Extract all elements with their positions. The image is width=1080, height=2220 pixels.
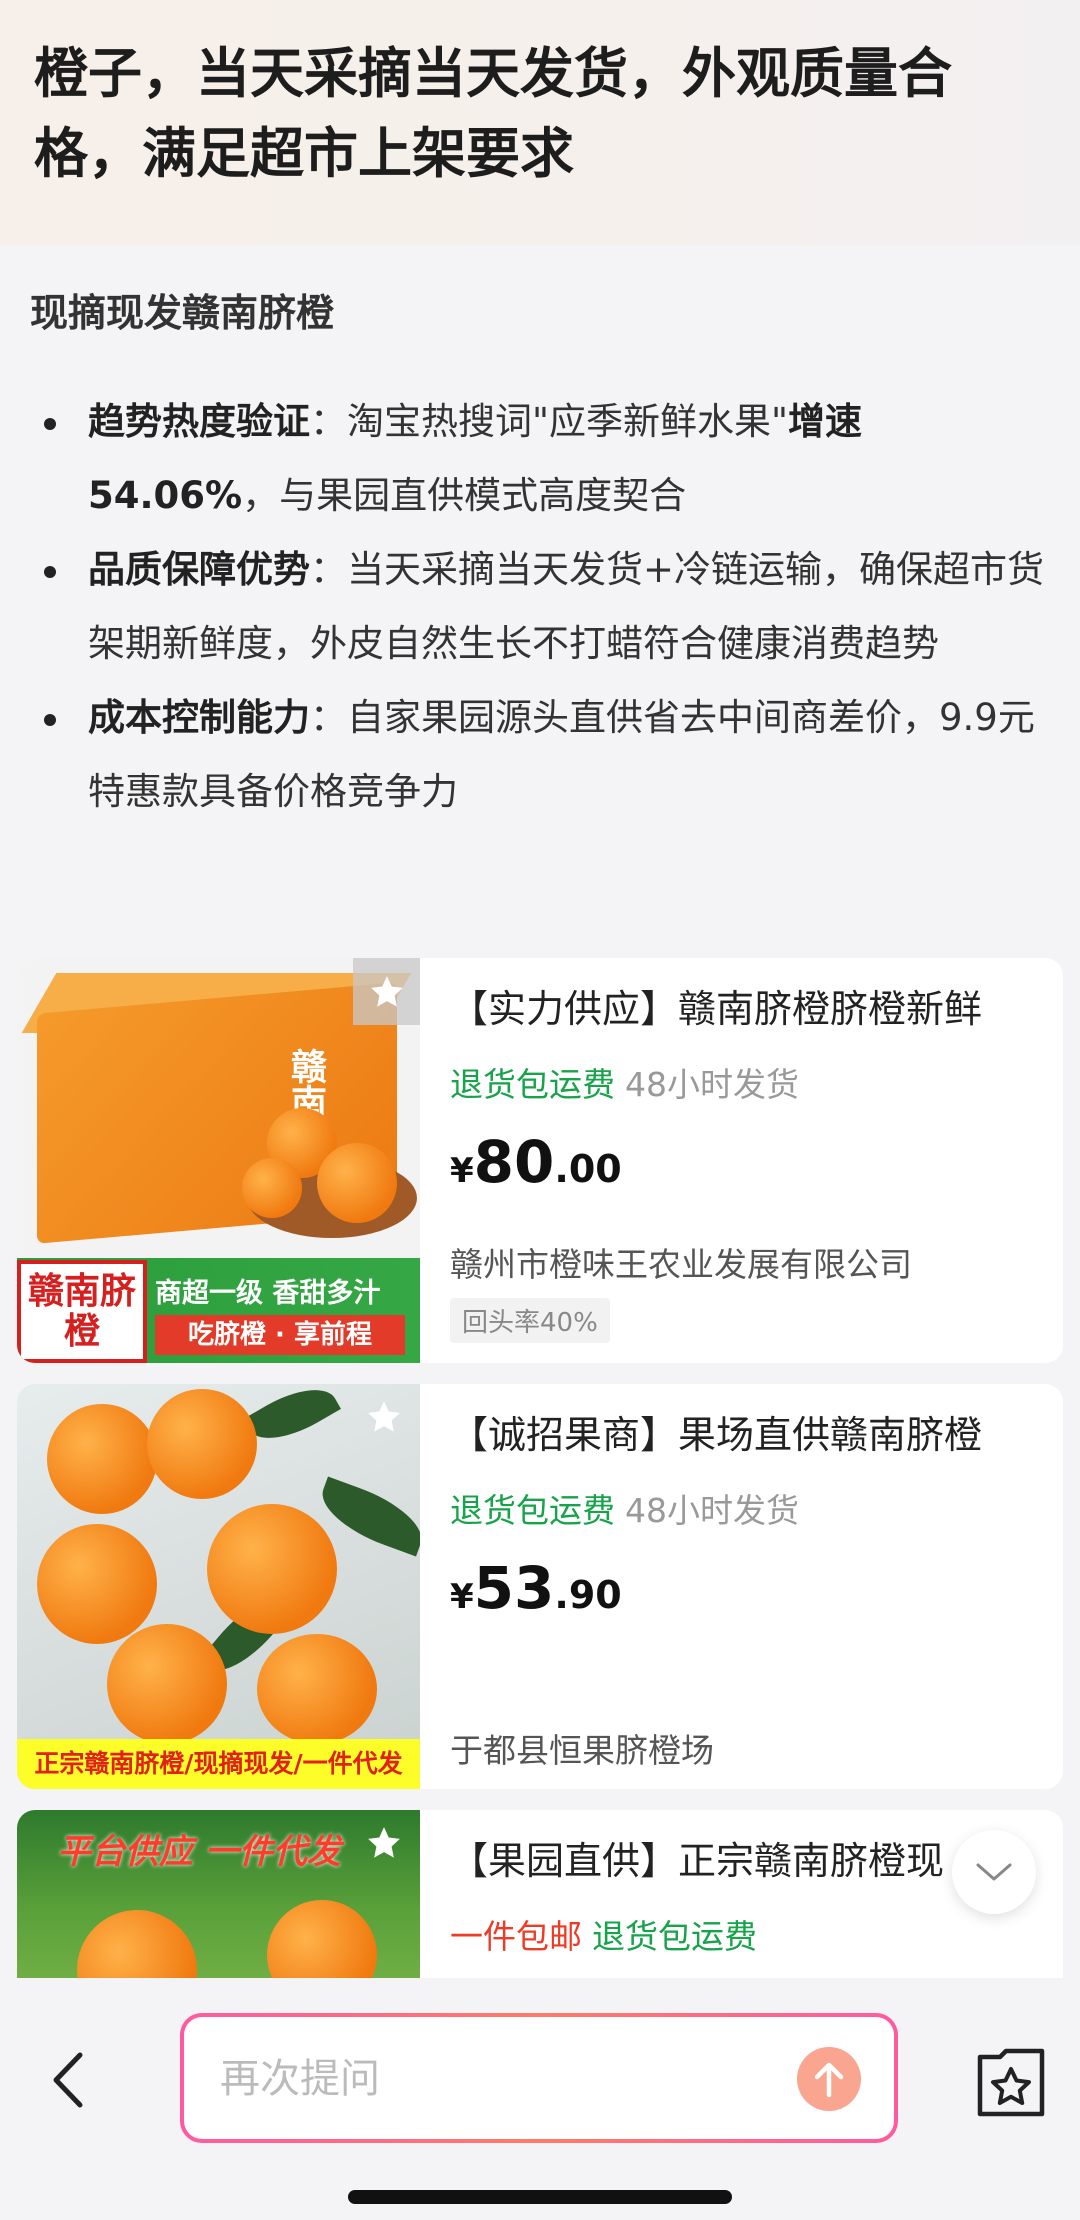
price-integer: 53 — [473, 1554, 555, 1622]
tag-free-shipping: 一件包邮 — [450, 1917, 582, 1956]
home-indicator — [348, 2190, 732, 2204]
product-card[interactable]: 正宗赣南脐橙/现摘现发/一件代发 【诚招果商】果场直供赣南脐橙 退货包运费 48小… — [17, 1384, 1063, 1789]
orange-shape — [47, 1404, 157, 1514]
product-image[interactable]: 正宗赣南脐橙/现摘现发/一件代发 — [17, 1384, 420, 1789]
price-integer: 80 — [473, 1128, 555, 1196]
product-tags: 退货包运费 48小时发货 — [450, 1484, 799, 1532]
image-caption: 正宗赣南脐橙/现摘现发/一件代发 — [17, 1739, 420, 1789]
tag-free-return: 退货包运费 — [592, 1917, 757, 1956]
send-button[interactable] — [797, 2047, 861, 2111]
product-card[interactable]: 平台供应 一件代发 【果园直供】正宗赣南脐橙现 一件包邮 退货包运费 — [17, 1810, 1063, 1978]
product-card[interactable]: 赣南脐橙 赣南脐橙 商超一级 香甜多汁 吃脐橙 · 享前程 【实力供应】赣南脐橙… — [17, 958, 1063, 1363]
product-title[interactable]: 【果园直供】正宗赣南脐橙现 — [450, 1830, 944, 1885]
product-title[interactable]: 【实力供应】赣南脐橙脐橙新鲜 — [450, 978, 982, 1033]
summary-points: 趋势热度验证：淘宝热搜词"应季新鲜水果"增速54.06%，与果园直供模式高度契合… — [30, 385, 1050, 829]
orange-shape — [207, 1504, 337, 1634]
page-title: 橙子，当天采摘当天发货，外观质量合格，满足超市上架要求 — [34, 42, 952, 185]
price-decimal: .00 — [554, 1147, 622, 1191]
product-title[interactable]: 【诚招果商】果场直供赣南脐橙 — [450, 1404, 982, 1459]
point-text: ，与果园直供模式高度契合 — [242, 474, 687, 517]
star-icon — [368, 1827, 400, 1858]
favorite-button[interactable] — [353, 958, 420, 1025]
star-icon — [370, 975, 403, 1007]
product-image[interactable]: 赣南脐橙 赣南脐橙 商超一级 香甜多汁 吃脐橙 · 享前程 — [17, 958, 420, 1363]
point-sep: ： — [310, 548, 347, 591]
product-image[interactable]: 平台供应 一件代发 — [17, 1810, 420, 1978]
point-sep: ： — [310, 696, 347, 739]
scroll-down-button[interactable] — [952, 1830, 1036, 1914]
summary-point: 品质保障优势：当天采摘当天发货+冷链运输，确保超市货架期新鲜度，外皮自然生长不打… — [30, 533, 1050, 681]
price-decimal: .90 — [554, 1573, 622, 1617]
tag-ship-time: 48小时发货 — [625, 1065, 799, 1104]
product-price: ¥53.90 — [450, 1554, 622, 1622]
summary-subtitle: 现摘现发赣南脐橙 — [30, 291, 335, 335]
favorite-button[interactable] — [365, 1824, 403, 1866]
leaf-shape — [243, 1384, 341, 1454]
orange-shape — [77, 1910, 197, 1978]
favorite-button[interactable] — [365, 1398, 403, 1440]
orange-shape — [317, 1143, 397, 1223]
orange-shape — [267, 1900, 377, 1978]
orange-shape — [37, 1524, 157, 1644]
seller-name[interactable]: 赣州市橙味王农业发展有限公司 — [450, 1238, 912, 1286]
tag-ship-time: 48小时发货 — [625, 1491, 799, 1530]
price-currency: ¥ — [450, 1151, 474, 1191]
orange-shape — [242, 1158, 302, 1218]
chevron-down-icon — [976, 1863, 1012, 1881]
image-band-top: 商超一级 香甜多汁 — [155, 1278, 381, 1309]
favorites-button[interactable] — [976, 2043, 1046, 2118]
orange-shape — [257, 1634, 377, 1744]
seller-name[interactable]: 于都县恒果脐橙场 — [450, 1724, 714, 1772]
product-price: ¥80.00 — [450, 1128, 622, 1196]
back-button[interactable] — [44, 2045, 94, 2115]
summary-point: 成本控制能力：自家果园源头直供省去中间商差价，9.9元特惠款具备价格竞争力 — [30, 681, 1050, 829]
header-banner: 橙子，当天采摘当天发货，外观质量合格，满足超市上架要求 — [0, 0, 1080, 245]
tag-free-return: 退货包运费 — [450, 1065, 615, 1104]
star-icon — [368, 1401, 400, 1432]
image-left-label: 赣南脐橙 — [17, 1260, 147, 1363]
send-arrow-icon — [814, 2062, 844, 2098]
question-input-box[interactable] — [180, 2013, 898, 2143]
back-arrow-icon — [53, 2052, 83, 2108]
image-caption: 平台供应 一件代发 — [57, 1832, 341, 1872]
summary-point: 趋势热度验证：淘宝热搜词"应季新鲜水果"增速54.06%，与果园直供模式高度契合 — [30, 385, 1050, 533]
orange-shape — [147, 1389, 257, 1499]
product-tags: 一件包邮 退货包运费 — [450, 1910, 757, 1958]
point-label: 成本控制能力 — [88, 696, 310, 739]
favorites-folder-icon — [977, 2048, 1045, 2117]
product-tags: 退货包运费 48小时发货 — [450, 1058, 799, 1106]
point-label: 品质保障优势 — [88, 548, 310, 591]
point-label: 趋势热度验证 — [88, 400, 310, 443]
point-sep: ： — [310, 400, 347, 443]
tag-free-return: 退货包运费 — [450, 1491, 615, 1530]
image-band-bottom: 吃脐橙 · 享前程 — [155, 1315, 405, 1355]
price-currency: ¥ — [450, 1577, 474, 1617]
orange-shape — [107, 1624, 227, 1744]
repurchase-badge: 回头率40% — [450, 1298, 610, 1343]
question-input[interactable] — [218, 2043, 742, 2115]
point-text: 淘宝热搜词"应季新鲜水果" — [347, 400, 789, 443]
